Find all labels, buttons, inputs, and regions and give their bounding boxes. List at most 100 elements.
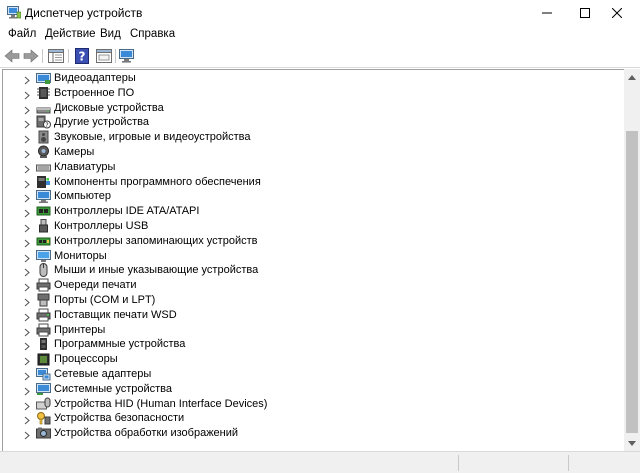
device-tree[interactable]: Видеоадаптеры Встроенное ПО Дисковые устро… bbox=[2, 69, 624, 451]
minimize-icon bbox=[542, 12, 552, 14]
device-category-row[interactable]: Системные устройства bbox=[3, 382, 623, 397]
device-category-row[interactable]: Встроенное ПО bbox=[3, 86, 623, 101]
hid-icon bbox=[36, 397, 51, 411]
device-category-label: Дисковые устройства bbox=[54, 101, 164, 114]
show-hide-tree-button[interactable] bbox=[47, 47, 65, 65]
expand-chevron-icon[interactable] bbox=[23, 340, 31, 351]
device-category-label: Мониторы bbox=[54, 249, 107, 262]
expand-chevron-icon[interactable] bbox=[23, 355, 31, 366]
expand-chevron-icon[interactable] bbox=[23, 163, 31, 174]
device-category-label: Контроллеры IDE ATA/ATAPI bbox=[54, 205, 200, 218]
expand-chevron-icon[interactable] bbox=[23, 207, 31, 218]
device-category-label: Очереди печати bbox=[54, 279, 137, 292]
monitor-icon bbox=[36, 249, 51, 263]
expand-chevron-icon[interactable] bbox=[23, 178, 31, 188]
device-category-row[interactable]: Мыши и иные указывающие устройства bbox=[3, 263, 623, 278]
svg-text:?: ? bbox=[79, 50, 86, 64]
device-category-row[interactable]: Процессоры bbox=[3, 352, 623, 367]
expand-chevron-icon[interactable] bbox=[23, 281, 31, 292]
expand-chevron-icon[interactable] bbox=[23, 296, 31, 307]
device-category-row[interactable]: Контроллеры USB bbox=[3, 219, 623, 234]
device-category-row[interactable]: Видеоадаптеры bbox=[3, 71, 623, 86]
device-category-row[interactable]: Принтеры bbox=[3, 323, 623, 338]
device-category-row[interactable]: Звуковые, игровые и видеоустройства bbox=[3, 130, 623, 145]
expand-chevron-icon[interactable] bbox=[23, 429, 31, 440]
processor-icon bbox=[36, 352, 51, 366]
scroll-down-button[interactable] bbox=[624, 435, 640, 451]
toolbar-separator bbox=[42, 49, 43, 63]
expand-chevron-icon[interactable] bbox=[23, 266, 31, 277]
show-hide-tree-icon bbox=[48, 49, 64, 63]
scroll-up-button[interactable] bbox=[624, 69, 640, 85]
expand-chevron-icon[interactable] bbox=[23, 370, 31, 381]
device-category-row[interactable]: Устройства обработки изображений bbox=[3, 426, 623, 441]
scrollbar-thumb[interactable] bbox=[626, 131, 638, 433]
device-category-row[interactable]: Устройства безопасности bbox=[3, 411, 623, 426]
device-category-row[interactable]: Контроллеры запоминающих устройств bbox=[3, 234, 623, 249]
device-category-row[interactable]: Устройства HID (Human Interface Devices) bbox=[3, 397, 623, 412]
expand-chevron-icon[interactable] bbox=[23, 311, 31, 322]
usb-icon bbox=[36, 219, 51, 233]
device-category-row[interactable]: Контроллеры IDE ATA/ATAPI bbox=[3, 204, 623, 219]
expand-chevron-icon[interactable] bbox=[23, 237, 31, 248]
expand-chevron-icon[interactable] bbox=[23, 133, 31, 144]
device-category-label: Контроллеры запоминающих устройств bbox=[54, 234, 258, 247]
properties-button[interactable] bbox=[95, 47, 113, 65]
device-category-row[interactable]: Камеры bbox=[3, 145, 623, 160]
device-category-label: Системные устройства bbox=[54, 382, 173, 395]
device-category-row[interactable]: ? Другие устройства bbox=[3, 115, 623, 130]
expand-chevron-icon[interactable] bbox=[23, 192, 31, 203]
device-category-label: Устройства обработки изображений bbox=[54, 427, 239, 440]
device-category-row[interactable]: Программные устройства bbox=[3, 337, 623, 352]
expand-chevron-icon[interactable] bbox=[23, 414, 31, 425]
expand-chevron-icon[interactable] bbox=[23, 400, 31, 410]
scan-hardware-button[interactable] bbox=[118, 47, 136, 65]
device-category-row[interactable]: Компьютер bbox=[3, 189, 623, 204]
device-category-label: Устройства безопасности bbox=[54, 412, 185, 425]
expand-chevron-icon[interactable] bbox=[23, 252, 31, 262]
device-category-label: Встроенное ПО bbox=[54, 86, 135, 99]
device-category-row[interactable]: Очереди печати bbox=[3, 278, 623, 293]
menu-help[interactable]: Справка bbox=[130, 28, 175, 40]
back-button[interactable] bbox=[3, 47, 21, 65]
close-icon bbox=[612, 8, 622, 18]
mouse-icon bbox=[36, 263, 51, 278]
expand-chevron-icon[interactable] bbox=[23, 148, 31, 159]
vertical-scrollbar[interactable] bbox=[624, 69, 640, 451]
camera-icon bbox=[36, 145, 51, 159]
help-button[interactable]: ? bbox=[73, 47, 91, 65]
device-category-label: Принтеры bbox=[54, 323, 106, 336]
device-category-row[interactable]: Поставщик печати WSD bbox=[3, 308, 623, 323]
device-category-row[interactable]: Компоненты программного обеспечения bbox=[3, 175, 623, 190]
expand-chevron-icon[interactable] bbox=[23, 74, 31, 85]
expand-chevron-icon[interactable] bbox=[23, 89, 31, 100]
expand-chevron-icon[interactable] bbox=[23, 104, 31, 114]
forward-button[interactable] bbox=[22, 47, 40, 65]
menu-action[interactable]: Действие bbox=[45, 28, 96, 40]
expand-chevron-icon[interactable] bbox=[23, 222, 31, 233]
wsd-printer-icon bbox=[36, 308, 51, 322]
device-category-row[interactable]: Сетевые адаптеры bbox=[3, 367, 623, 382]
menu-view[interactable]: Вид bbox=[100, 28, 121, 40]
toolbar-separator bbox=[115, 49, 116, 63]
title-bar[interactable]: Диспетчер устройств bbox=[0, 0, 640, 26]
svg-text:?: ? bbox=[45, 122, 48, 129]
device-category-row[interactable]: Дисковые устройства bbox=[3, 101, 623, 116]
device-category-label: Порты (COM и LPT) bbox=[54, 294, 156, 306]
close-button[interactable] bbox=[594, 0, 640, 26]
forward-icon bbox=[23, 49, 39, 63]
device-category-label: Клавиатуры bbox=[54, 160, 116, 173]
menu-file[interactable]: Файл bbox=[8, 28, 36, 40]
expand-chevron-icon[interactable] bbox=[23, 326, 31, 336]
device-category-row[interactable]: Клавиатуры bbox=[3, 160, 623, 175]
device-category-row[interactable]: Мониторы bbox=[3, 249, 623, 264]
port-icon bbox=[36, 293, 51, 307]
device-category-label: Камеры bbox=[54, 146, 95, 158]
device-category-label: Контроллеры USB bbox=[54, 220, 149, 232]
device-category-row[interactable]: Порты (COM и LPT) bbox=[3, 293, 623, 308]
system-device-icon bbox=[36, 382, 51, 396]
expand-chevron-icon[interactable] bbox=[23, 385, 31, 396]
expand-chevron-icon[interactable] bbox=[23, 118, 31, 129]
device-manager-app-icon bbox=[7, 6, 22, 19]
software-device-icon bbox=[36, 337, 51, 351]
